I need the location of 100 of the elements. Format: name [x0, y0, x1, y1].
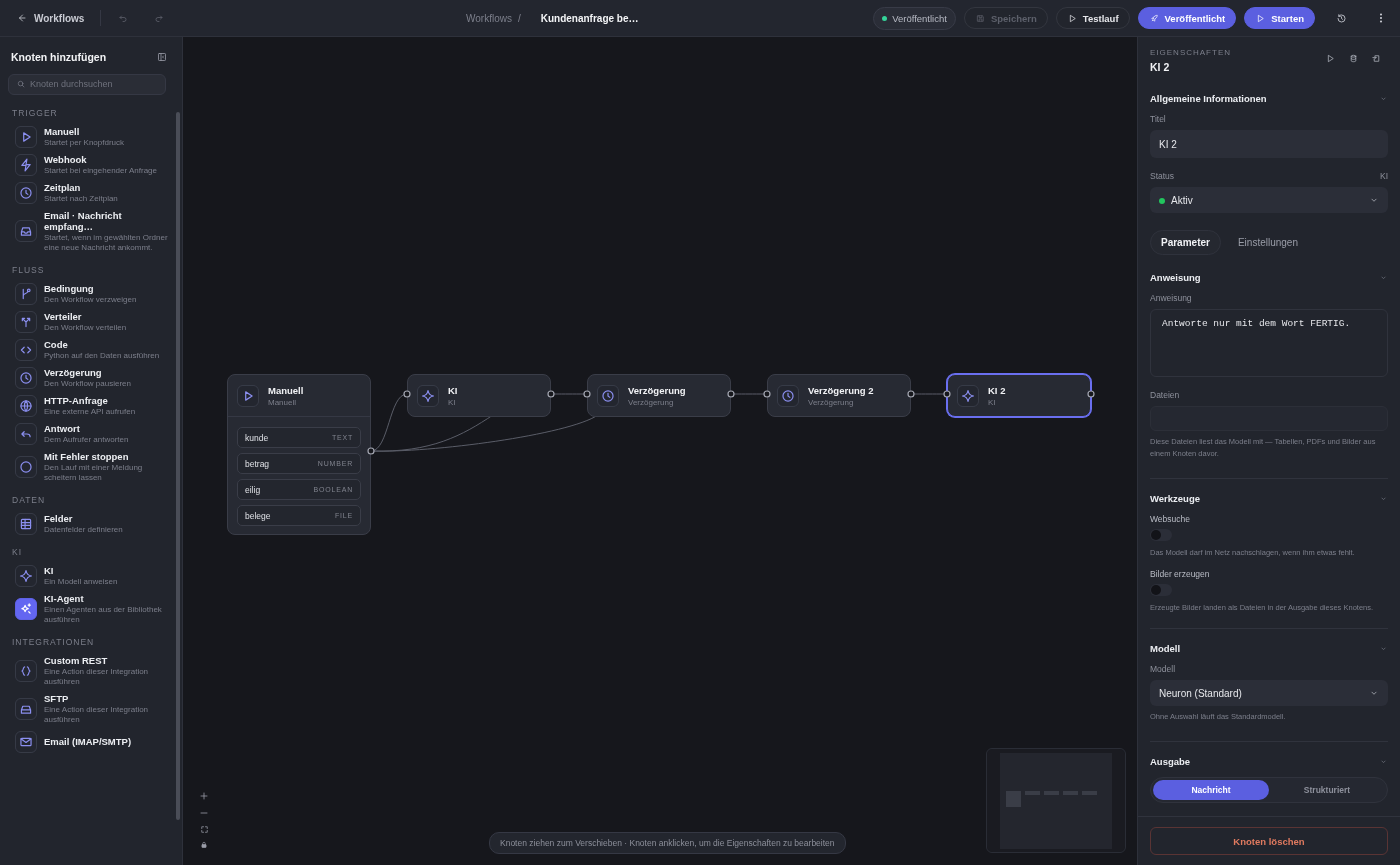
node-type-item[interactable]: KI Ein Modell anweisen — [0, 561, 182, 590]
back-arrow-icon — [16, 12, 28, 24]
fit-view-icon[interactable] — [198, 824, 210, 835]
reply-icon — [15, 422, 37, 445]
node-type-item[interactable]: SFTP Eine Action dieser Integration ausführen — [0, 689, 182, 728]
start-button[interactable]: Starten — [1244, 7, 1315, 29]
title-field[interactable]: KI 2 — [1150, 130, 1388, 158]
node-type-title: Code — [44, 338, 69, 350]
instruction-textarea[interactable]: Antworte nur mit dem Wort FERTIG. — [1150, 309, 1388, 377]
node-type-item[interactable]: Code Python auf den Daten ausführen — [0, 335, 182, 364]
node-type: Manuell — [268, 397, 297, 407]
scrollbar[interactable] — [176, 112, 180, 820]
node-type-item[interactable]: HTTP-Anfrage Eine externe API aufrufen — [0, 391, 182, 420]
hint-text: Knoten ziehen zum Verschieben · Knoten anklicken, um die Eigenschaften zu bearbeiten — [489, 832, 846, 854]
node-type-title: Manuell — [44, 125, 81, 137]
input-port[interactable] — [583, 390, 591, 398]
section-label: FLUSS — [11, 263, 46, 277]
status-select[interactable]: Aktiv — [1150, 187, 1388, 213]
node-title: Verzögerung 2 — [808, 384, 874, 396]
tab[interactable]: Einstellungen — [1226, 230, 1309, 255]
node-title: KI 2 — [988, 384, 1006, 396]
sparkle-icon — [15, 564, 37, 587]
globe-icon — [15, 394, 37, 417]
collapse-panel-icon[interactable] — [156, 51, 168, 63]
section-label: KI — [11, 545, 24, 559]
delete-node-button[interactable]: Knoten löschen — [1150, 827, 1388, 855]
node-type-item[interactable]: Verzögerung Den Workflow pausieren — [0, 363, 182, 392]
node-type-title: Antwort — [44, 422, 81, 434]
segment-option[interactable]: Nachricht — [1153, 780, 1269, 800]
node-type-item[interactable]: Mit Fehler stoppen Den Lauf mit einer Meldung scheitern lassen — [0, 447, 182, 486]
node-type-item[interactable]: Felder Datenfelder definieren — [0, 509, 182, 538]
node-type-item[interactable]: Antwort Dem Aufrufer antworten — [0, 419, 182, 448]
node-type-title: Email (IMAP/SMTP) — [44, 736, 132, 747]
node-type-description: Startet bei eingehender Anfrage — [44, 165, 157, 176]
input-port[interactable] — [403, 390, 411, 398]
node-type-title: Felder — [44, 512, 74, 524]
node-type-description: Den Workflow verzweigen — [44, 294, 137, 305]
output-port[interactable] — [1087, 390, 1095, 398]
node-type-item[interactable]: Email · Nachricht empfang… Startet, wenn im gewählten Ordner eine neue Nachricht ankommt. — [0, 206, 182, 256]
toggle-switch[interactable] — [1150, 584, 1172, 596]
save-icon — [974, 12, 986, 24]
toggle-switch[interactable] — [1150, 529, 1172, 541]
node-type-title: Email · Nachricht empfang… — [44, 209, 123, 232]
node-type-title: KI-Agent — [44, 592, 85, 604]
sidebar-title: Knoten hinzufügen — [11, 51, 107, 63]
panel-eyebrow: EIGENSCHAFTEN — [1150, 48, 1231, 57]
section-title: Allgemeine Informationen — [1150, 93, 1267, 104]
braces-icon — [15, 659, 37, 682]
field-label: Modell — [1150, 664, 1176, 674]
node-type-item[interactable]: Custom REST Eine Action dieser Integration ausführen — [0, 651, 182, 690]
sparkle-icon — [957, 384, 979, 407]
clock-icon — [15, 366, 37, 389]
segment-option[interactable]: Strukturiert — [1269, 780, 1385, 800]
run-icon[interactable] — [1325, 53, 1336, 64]
history-icon[interactable] — [1335, 11, 1348, 25]
model-value: Neuron (Standard) — [1159, 687, 1242, 699]
node-type-title: Mit Fehler stoppen — [44, 450, 130, 462]
node-type-description: Eine externe API aufrufen — [44, 406, 136, 417]
output-port[interactable] — [547, 390, 555, 398]
workflow-node[interactable]: Verzögerung Verzögerung — [587, 374, 731, 417]
output-port[interactable] — [907, 390, 915, 398]
section-title: Werkzeuge — [1150, 493, 1200, 504]
breadcrumb-link[interactable]: Workflows — [466, 12, 512, 24]
workflow-node[interactable]: KI KI — [407, 374, 551, 417]
node-type: KI — [448, 397, 457, 407]
search-field[interactable]: Knoten durchsuchen — [8, 73, 166, 95]
node-type-item[interactable]: Verteiler Den Workflow verteilen — [0, 307, 182, 336]
tab[interactable]: Parameter — [1150, 230, 1221, 255]
model-select[interactable]: Neuron (Standard) — [1150, 680, 1388, 706]
node-type-title: Verzögerung — [44, 366, 103, 378]
zoom-in-icon[interactable] — [198, 790, 210, 802]
input-port[interactable] — [943, 390, 951, 398]
node-type-item[interactable]: Manuell Startet per Knopfdruck — [0, 122, 182, 151]
input-port[interactable] — [763, 390, 771, 398]
section-label: DATEN — [11, 493, 47, 507]
node-type-item[interactable]: Bedingung Den Workflow verzweigen — [0, 279, 182, 308]
section-title: Ausgabe — [1150, 756, 1191, 767]
node-type-item[interactable]: Webhook Startet bei eingehender Anfrage — [0, 150, 182, 179]
database-icon[interactable] — [1348, 53, 1359, 64]
node-type-description: Eine Action dieser Integration ausführen — [44, 666, 150, 687]
node-type-description: Startet nach Zeitplan — [44, 193, 118, 204]
workflow-node[interactable]: KI 2 KI — [947, 374, 1091, 417]
branch-icon — [15, 282, 37, 305]
node-type-description: Einen Agenten aus der Bibliothek ausführen — [44, 604, 163, 625]
node-type-item[interactable]: Email (IMAP/SMTP) — [0, 727, 182, 756]
lock-icon[interactable] — [199, 840, 209, 850]
output-port[interactable] — [727, 390, 735, 398]
node-type-item[interactable]: KI-Agent Einen Agenten aus der Bibliothek ausführen — [0, 589, 182, 628]
test-button[interactable]: Testlauf — [1055, 7, 1130, 29]
node-type-item[interactable]: Zeitplan Startet nach Zeitplan — [0, 178, 182, 207]
node-type-description: Eine Action dieser Integration ausführen — [44, 704, 150, 725]
publish-button[interactable]: Veröffentlicht — [1137, 7, 1237, 29]
node-title: KI — [448, 384, 458, 396]
back-link[interactable]: Workflows — [16, 12, 85, 24]
section-title: Modell — [1150, 643, 1181, 654]
search-icon — [16, 78, 26, 89]
output-port[interactable] — [367, 447, 375, 455]
workflow-node[interactable]: Verzögerung 2 Verzögerung — [767, 374, 911, 417]
export-icon[interactable] — [1371, 53, 1382, 64]
node-type: KI — [988, 397, 997, 407]
